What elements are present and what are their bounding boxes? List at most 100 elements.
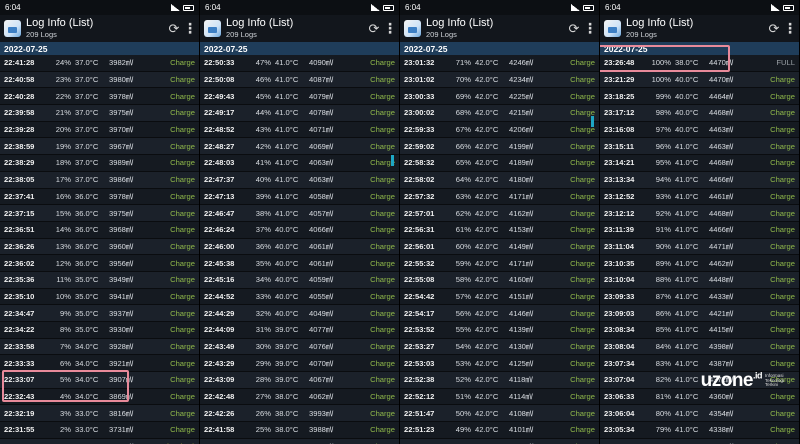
log-row[interactable]: 22:32:19 3% 33.0°C 3816㎷ Charge bbox=[0, 405, 199, 423]
log-row[interactable]: 23:00:02 68% 42.0°C 4215㎷ Charge bbox=[400, 105, 599, 122]
kebab-menu-icon[interactable]: ⋮ bbox=[183, 20, 197, 37]
refresh-icon[interactable]: ⟳ bbox=[565, 21, 583, 37]
log-row[interactable]: 22:36:51 14% 36.0°C 3968㎷ Charge bbox=[0, 221, 199, 239]
log-row[interactable]: 22:31:55 2% 33.0°C 3731㎷ Charge bbox=[0, 422, 199, 439]
log-row[interactable]: 22:40:28 22% 37.0°C 3978㎷ Charge bbox=[0, 88, 199, 106]
log-row[interactable]: 22:54:17 56% 42.0°C 4146㎷ Charge bbox=[400, 305, 599, 322]
log-row[interactable]: 22:54:42 57% 42.0°C 4151㎷ Charge bbox=[400, 288, 599, 306]
kebab-menu-icon[interactable]: ⋮ bbox=[383, 20, 397, 37]
log-row[interactable]: 23:05:34 79% 41.0°C 4338㎷ Charge bbox=[600, 422, 799, 439]
log-row[interactable]: 22:38:59 19% 37.0°C 3967㎷ Charge bbox=[0, 138, 199, 156]
log-row[interactable]: 22:47:13 39% 41.0°C 4058㎷ Charge bbox=[200, 188, 399, 206]
log-row[interactable]: 22:53:27 54% 42.0°C 4130㎷ Charge bbox=[400, 338, 599, 356]
log-row[interactable]: 23:06:04 80% 41.0°C 4354㎷ Charge bbox=[600, 405, 799, 423]
log-row[interactable]: 22:36:02 12% 36.0°C 3956㎷ Charge bbox=[0, 255, 199, 272]
log-row[interactable]: 22:45:38 35% 40.0°C 4061㎷ Charge bbox=[200, 255, 399, 272]
log-row[interactable]: 22:53:03 53% 42.0°C 4125㎷ Charge bbox=[400, 355, 599, 373]
log-row[interactable]: 22:50:33 47% 41.0°C 4090㎷ Charge bbox=[200, 55, 399, 72]
log-row[interactable]: 22:37:15 15% 36.0°C 3975㎷ Charge bbox=[0, 205, 199, 222]
log-row[interactable]: 22:57:32 63% 42.0°C 4171㎷ Charge bbox=[400, 188, 599, 206]
log-row[interactable]: 23:12:12 92% 41.0°C 4468㎷ Charge bbox=[600, 205, 799, 222]
kebab-menu-icon[interactable]: ⋮ bbox=[783, 20, 797, 37]
log-row[interactable]: 22:35:36 11% 35.0°C 3949㎷ Charge bbox=[0, 271, 199, 289]
log-row[interactable]: 22:56:31 61% 42.0°C 4153㎷ Charge bbox=[400, 221, 599, 239]
log-row[interactable]: 22:47:37 40% 41.0°C 4063㎷ Charge bbox=[200, 171, 399, 189]
log-row[interactable]: 22:43:09 28% 39.0°C 4067㎷ Charge bbox=[200, 372, 399, 389]
log-row[interactable]: 22:44:29 32% 40.0°C 4049㎷ Charge bbox=[200, 305, 399, 322]
log-row[interactable]: 22:44:09 31% 39.0°C 4077㎷ Charge bbox=[200, 322, 399, 339]
log-row[interactable]: 23:15:11 96% 41.0°C 4463㎷ Charge bbox=[600, 138, 799, 156]
log-list[interactable]: 22:50:33 47% 41.0°C 4090㎷ Charge 22:50:0… bbox=[200, 55, 399, 444]
log-row[interactable]: 22:49:17 44% 41.0°C 4078㎷ Charge bbox=[200, 105, 399, 122]
log-row[interactable]: 22:33:58 7% 34.0°C 3928㎷ Charge bbox=[0, 338, 199, 356]
log-row[interactable]: 22:33:07 5% 34.0°C 3907㎷ Charge bbox=[0, 372, 199, 389]
log-row[interactable]: 23:05:04 78% 41.0°C 4328㎷ Charge bbox=[600, 438, 799, 444]
log-row[interactable]: 23:09:33 87% 41.0°C 4433㎷ Charge bbox=[600, 288, 799, 306]
log-row[interactable]: 22:34:22 8% 35.0°C 3930㎷ Charge bbox=[0, 322, 199, 339]
log-row[interactable]: 23:11:04 90% 41.0°C 4471㎷ Charge bbox=[600, 238, 799, 256]
log-row[interactable]: 22:52:12 51% 42.0°C 4114㎷ Charge bbox=[400, 388, 599, 406]
log-row[interactable]: 22:41:58 25% 38.0°C 3988㎷ Charge bbox=[200, 422, 399, 439]
log-row[interactable]: 22:46:00 36% 40.0°C 4061㎷ Charge bbox=[200, 238, 399, 256]
log-row[interactable]: 22:59:33 67% 42.0°C 4206㎷ Charge bbox=[400, 121, 599, 139]
log-row[interactable]: 22:50:57 48% 41.0°C 4097㎷ Charge bbox=[400, 438, 599, 444]
log-row[interactable]: 23:16:08 97% 40.0°C 4463㎷ Charge bbox=[600, 121, 799, 139]
log-row[interactable]: 22:56:01 60% 42.0°C 4149㎷ Charge bbox=[400, 238, 599, 256]
log-list[interactable]: 22:41:28 24% 37.0°C 3982㎷ Charge 22:40:5… bbox=[0, 55, 199, 444]
log-row[interactable]: 22:55:32 59% 42.0°C 4171㎷ Charge bbox=[400, 255, 599, 272]
log-row[interactable]: 23:21:29 100% 40.0°C 4470㎷ Charge bbox=[600, 71, 799, 89]
log-row[interactable]: 22:51:23 49% 42.0°C 4101㎷ Charge bbox=[400, 422, 599, 439]
log-row[interactable]: 22:41:28 24% 37.0°C 3982㎷ Charge bbox=[0, 55, 199, 72]
log-row[interactable]: 23:26:48 100% 38.0°C 4470㎷ FULL bbox=[600, 55, 799, 72]
log-row[interactable]: 22:48:03 41% 41.0°C 4063㎷ Charge bbox=[200, 155, 399, 172]
log-row[interactable]: 22:48:27 42% 41.0°C 4069㎷ Charge bbox=[200, 138, 399, 156]
log-row[interactable]: 23:14:21 95% 41.0°C 4468㎷ Charge bbox=[600, 155, 799, 172]
log-row[interactable]: 22:35:10 10% 35.0°C 3941㎷ Charge bbox=[0, 288, 199, 306]
log-row[interactable]: 22:59:02 66% 42.0°C 4199㎷ Charge bbox=[400, 138, 599, 156]
log-row[interactable]: 22:44:52 33% 40.0°C 4055㎷ Charge bbox=[200, 288, 399, 306]
log-row[interactable]: 23:08:34 85% 41.0°C 4415㎷ Charge bbox=[600, 322, 799, 339]
log-row[interactable]: 22:45:16 34% 40.0°C 4059㎷ Charge bbox=[200, 271, 399, 289]
log-row[interactable]: 22:55:08 58% 42.0°C 4160㎷ Charge bbox=[400, 271, 599, 289]
log-row[interactable]: 22:58:32 65% 42.0°C 4189㎷ Charge bbox=[400, 155, 599, 172]
log-row[interactable]: 22:58:02 64% 42.0°C 4180㎷ Charge bbox=[400, 171, 599, 189]
log-row[interactable]: 23:09:03 86% 41.0°C 4421㎷ Charge bbox=[600, 305, 799, 322]
log-row[interactable]: 23:11:39 91% 41.0°C 4466㎷ Charge bbox=[600, 221, 799, 239]
log-row[interactable]: 22:38:05 17% 37.0°C 3986㎷ Charge bbox=[0, 171, 199, 189]
log-row[interactable]: 22:46:47 38% 41.0°C 4057㎷ Charge bbox=[200, 205, 399, 222]
log-row[interactable]: 22:40:58 23% 37.0°C 3980㎷ Charge bbox=[0, 71, 199, 89]
log-row[interactable]: 22:39:28 20% 37.0°C 3970㎷ Charge bbox=[0, 121, 199, 139]
log-row[interactable]: 22:48:52 43% 41.0°C 4071㎷ Charge bbox=[200, 121, 399, 139]
log-row[interactable]: 23:10:04 88% 41.0°C 4448㎷ Charge bbox=[600, 271, 799, 289]
refresh-icon[interactable]: ⟳ bbox=[765, 21, 783, 37]
log-row[interactable]: 23:12:52 93% 41.0°C 4461㎷ Charge bbox=[600, 188, 799, 206]
log-row[interactable]: 23:18:25 99% 40.0°C 4464㎷ Charge bbox=[600, 88, 799, 106]
log-row[interactable]: 23:08:04 84% 41.0°C 4398㎷ Charge bbox=[600, 338, 799, 356]
log-row[interactable]: 22:57:01 62% 42.0°C 4162㎷ Charge bbox=[400, 205, 599, 222]
log-row[interactable]: 22:38:29 18% 37.0°C 3989㎷ Charge bbox=[0, 155, 199, 172]
refresh-icon[interactable]: ⟳ bbox=[365, 21, 383, 37]
log-row[interactable]: 22:42:48 27% 38.0°C 4062㎷ Charge bbox=[200, 388, 399, 406]
log-row[interactable]: 22:37:41 16% 36.0°C 3978㎷ Charge bbox=[0, 188, 199, 206]
log-row[interactable]: 22:43:49 30% 39.0°C 4076㎷ Charge bbox=[200, 338, 399, 356]
log-row[interactable]: 22:33:33 6% 34.0°C 3921㎷ Charge bbox=[0, 355, 199, 373]
log-row[interactable]: 23:13:34 94% 41.0°C 4466㎷ Charge bbox=[600, 171, 799, 189]
log-row[interactable]: 22:46:24 37% 40.0°C 4066㎷ Charge bbox=[200, 221, 399, 239]
log-row[interactable]: 22:39:58 21% 37.0°C 3975㎷ Charge bbox=[0, 105, 199, 122]
log-row[interactable]: 22:50:08 46% 41.0°C 4087㎷ Charge bbox=[200, 71, 399, 89]
log-row[interactable]: 22:36:26 13% 36.0°C 3960㎷ Charge bbox=[0, 238, 199, 256]
log-row[interactable]: 22:42:26 26% 38.0°C 3993㎷ Charge bbox=[200, 405, 399, 423]
kebab-menu-icon[interactable]: ⋮ bbox=[583, 20, 597, 37]
log-row[interactable]: 22:53:52 55% 42.0°C 4139㎷ Charge bbox=[400, 322, 599, 339]
log-row[interactable]: 22:34:47 9% 35.0°C 3937㎷ Charge bbox=[0, 305, 199, 322]
log-row[interactable]: 22:51:47 50% 42.0°C 4108㎷ Charge bbox=[400, 405, 599, 423]
log-row[interactable]: 22:31:39 1% 33.0°C 3490㎷ Plug (AC) bbox=[0, 438, 199, 444]
log-row[interactable]: 23:17:12 98% 40.0°C 4468㎷ Charge bbox=[600, 105, 799, 122]
log-row[interactable]: 22:41:28 24% 37.0°C 3982㎷ Charge bbox=[200, 438, 399, 444]
log-row[interactable]: 23:01:32 71% 42.0°C 4246㎷ Charge bbox=[400, 55, 599, 72]
log-row[interactable]: 22:43:29 29% 39.0°C 4070㎷ Charge bbox=[200, 355, 399, 373]
log-row[interactable]: 23:10:35 89% 41.0°C 4462㎷ Charge bbox=[600, 255, 799, 272]
refresh-icon[interactable]: ⟳ bbox=[165, 21, 183, 37]
log-row[interactable]: 22:32:43 4% 34.0°C 3869㎷ Charge bbox=[0, 388, 199, 406]
log-row[interactable]: 23:00:33 69% 42.0°C 4225㎷ Charge bbox=[400, 88, 599, 106]
